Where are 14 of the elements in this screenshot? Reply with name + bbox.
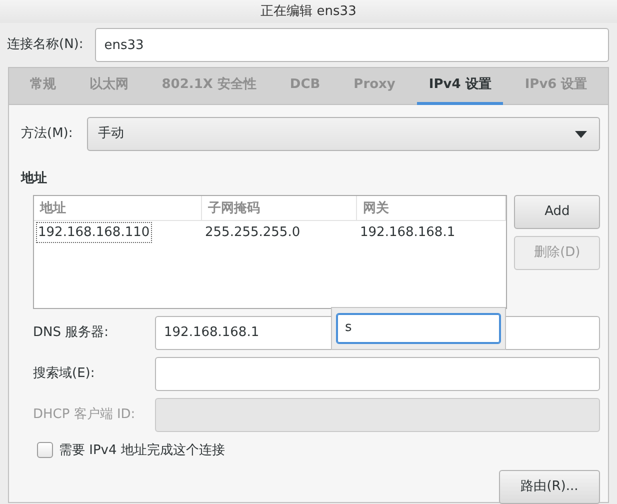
column-header: 子网掩码: [202, 196, 357, 221]
column-header: 网关: [357, 196, 506, 221]
section-heading: 地址: [21, 170, 48, 188]
window-title: 正在编辑 ens33: [260, 2, 356, 21]
connection-name-label: 连接名称(N):: [7, 36, 84, 54]
checkbox-label: 需要 IPv4 地址完成这个连接: [59, 442, 225, 460]
field-label: DHCP 客户端 ID:: [33, 406, 136, 424]
method-label: 方法(M):: [21, 125, 73, 144]
table-cell-text: 255.255.255.0: [204, 224, 302, 242]
field-label: DNS 服务器:: [33, 324, 110, 342]
table-cell-text: 192.168.168.1: [359, 224, 456, 242]
column-header: 地址: [34, 196, 202, 221]
table-cell: 192.168.168.110: [37, 222, 151, 242]
field-label: 搜索域(E):: [33, 364, 96, 383]
